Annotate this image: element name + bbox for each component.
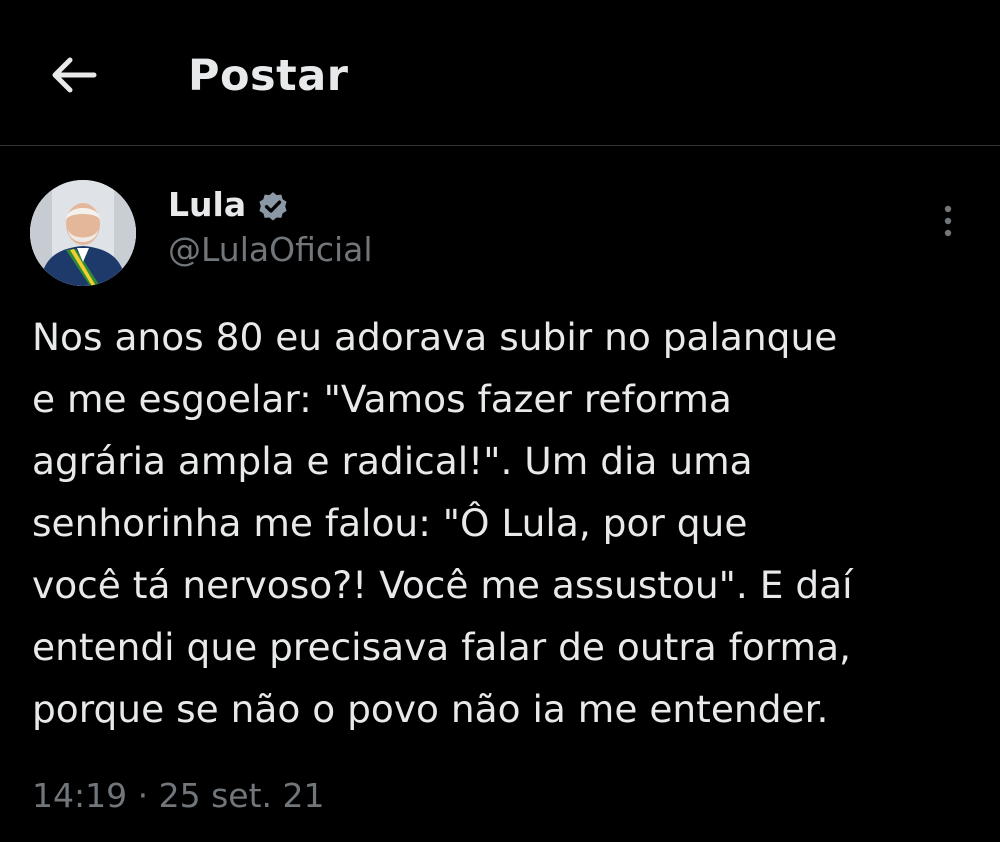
more-vertical-icon: [944, 205, 952, 237]
verified-badge-icon: [259, 192, 287, 221]
author-name[interactable]: Lula: [168, 184, 246, 226]
author-handle[interactable]: @LulaOficial: [168, 228, 373, 272]
back-button[interactable]: [44, 50, 104, 100]
meta-separator: ·: [137, 776, 149, 815]
more-options-button[interactable]: [932, 200, 964, 244]
avatar-image: [30, 180, 136, 286]
author-avatar[interactable]: [30, 180, 136, 286]
arrow-left-icon: [52, 57, 97, 93]
post-timestamp[interactable]: 14:19 · 25 set. 21: [32, 774, 325, 818]
post-date: 25 set. 21: [158, 776, 325, 815]
page-title: Postar: [188, 51, 349, 101]
top-bar: Postar: [0, 0, 1000, 146]
post-time: 14:19: [32, 776, 128, 815]
post-text: Nos anos 80 eu adorava subir no palanque…: [32, 315, 853, 731]
